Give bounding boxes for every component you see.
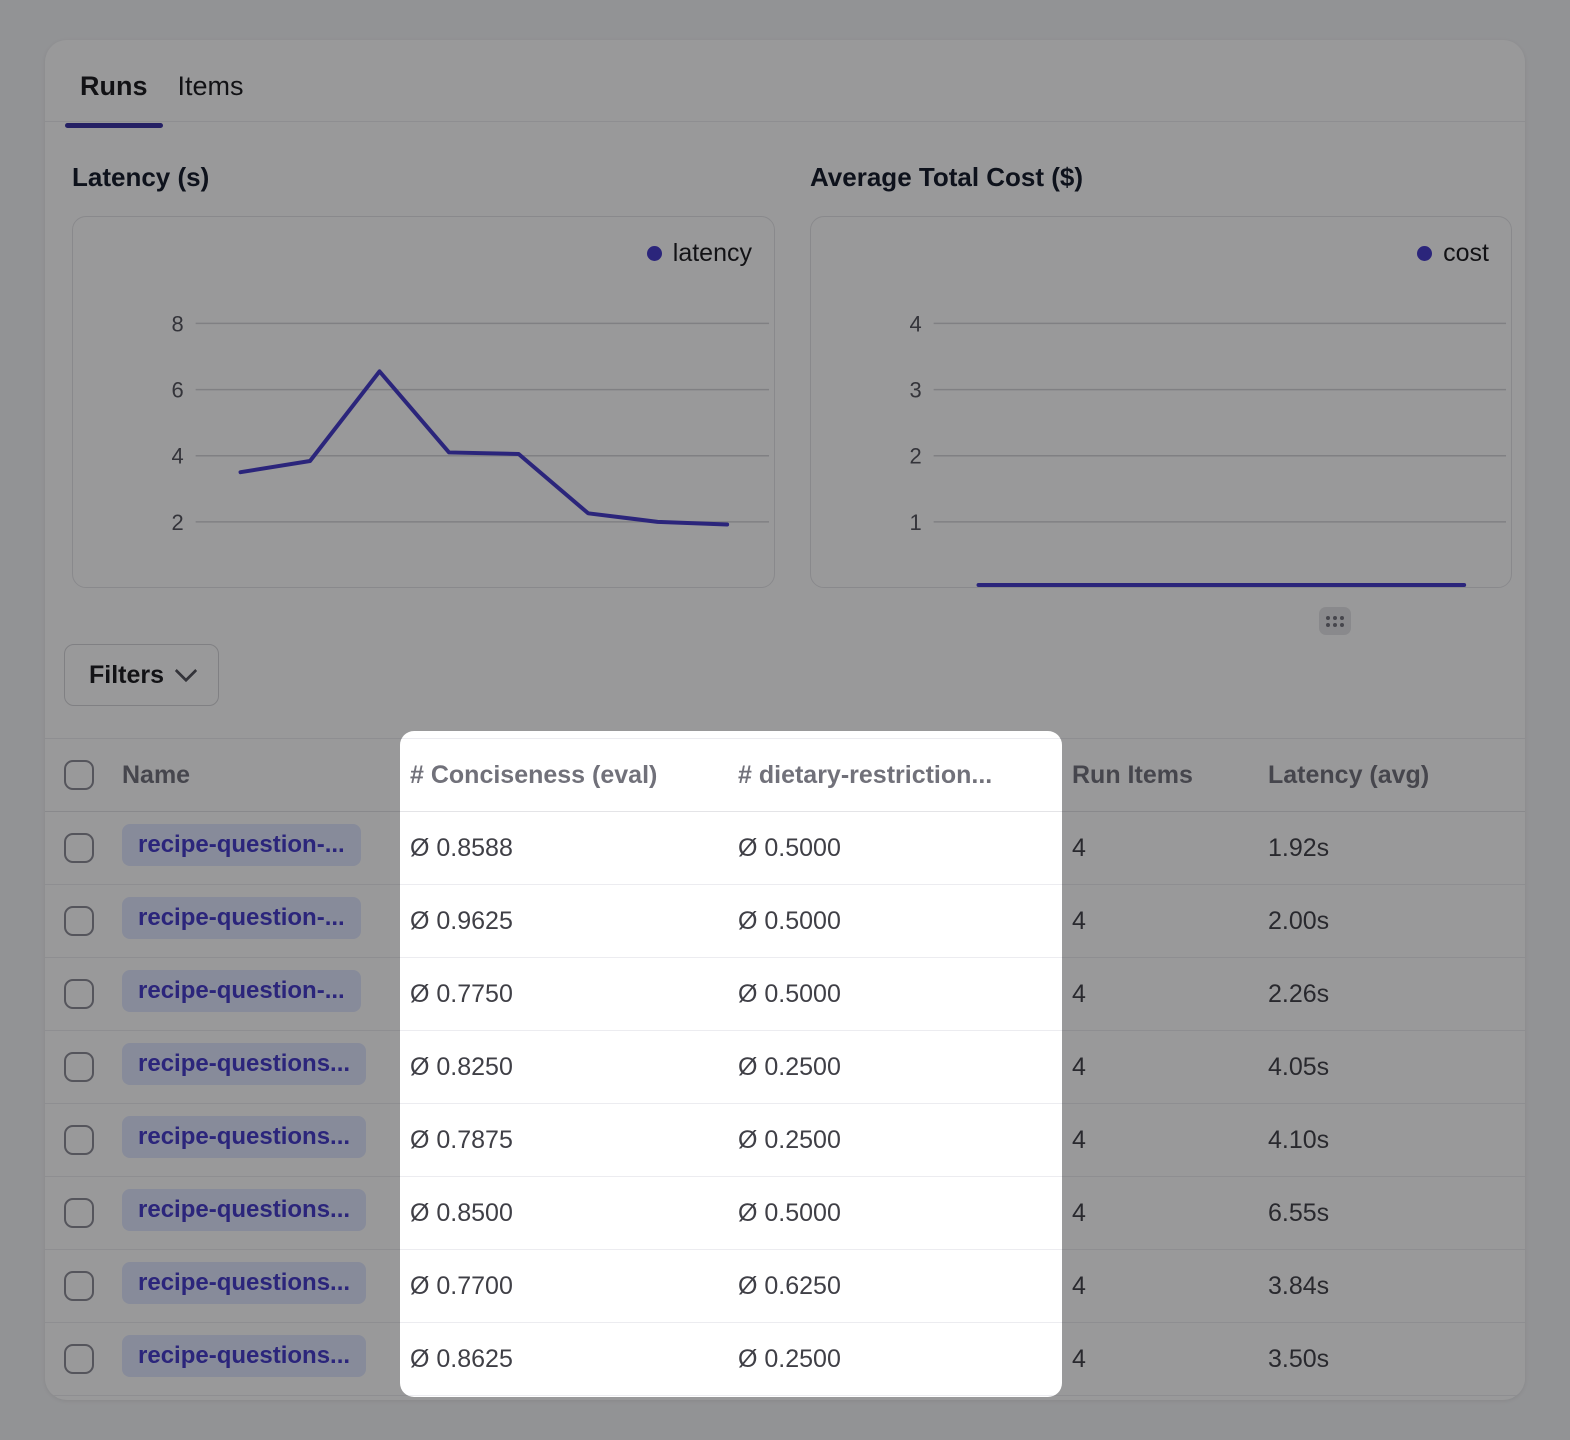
latency-value: 1.92s	[1268, 834, 1525, 863]
table-row: recipe-question-... Ø 0.7750 Ø 0.5000 4 …	[45, 958, 1525, 1031]
conciseness-value: Ø 0.8625	[410, 1345, 738, 1374]
table-row: recipe-questions... Ø 0.7875 Ø 0.2500 4 …	[45, 1104, 1525, 1177]
latency-value: 4.10s	[1268, 1126, 1525, 1155]
tab-runs[interactable]: Runs	[65, 40, 163, 127]
cost-chart-block: Average Total Cost ($) 1 2 3 4 cost	[810, 162, 1512, 588]
svg-text:2: 2	[171, 510, 183, 535]
latency-value: 4.05s	[1268, 1053, 1525, 1082]
runs-table: Name # Conciseness (eval) # dietary-rest…	[45, 738, 1525, 1396]
cost-legend-dot-icon	[1417, 246, 1432, 261]
dietary-value: Ø 0.2500	[738, 1126, 1072, 1155]
latency-value: 6.55s	[1268, 1199, 1525, 1228]
latency-chart-block: Latency (s) 2 4 6 8 latency	[72, 162, 775, 588]
conciseness-value: Ø 0.7875	[410, 1126, 738, 1155]
svg-text:4: 4	[909, 311, 921, 336]
conciseness-value: Ø 0.8588	[410, 834, 738, 863]
dietary-value: Ø 0.5000	[738, 1199, 1072, 1228]
latency-chart-canvas: 2 4 6 8	[73, 217, 774, 587]
dietary-value: Ø 0.5000	[738, 834, 1072, 863]
screen: Runs Items Latency (s) 2 4 6 8 latency Aver…	[0, 0, 1570, 1440]
svg-text:8: 8	[171, 311, 183, 336]
table-row: recipe-questions... Ø 0.7700 Ø 0.6250 4 …	[45, 1250, 1525, 1323]
svg-text:6: 6	[171, 378, 183, 403]
latency-value: 2.00s	[1268, 907, 1525, 936]
dietary-value: Ø 0.6250	[738, 1272, 1072, 1301]
row-checkbox[interactable]	[64, 1344, 94, 1374]
latency-legend: latency	[647, 239, 752, 268]
svg-text:3: 3	[909, 378, 921, 403]
tab-items[interactable]: Items	[163, 40, 259, 127]
row-checkbox[interactable]	[64, 906, 94, 936]
tabbar: Runs Items	[45, 40, 1525, 122]
column-header-run-items[interactable]: Run Items	[1072, 761, 1268, 790]
latency-chart-title: Latency (s)	[72, 162, 775, 192]
run-name-badge[interactable]: recipe-questions...	[122, 1262, 366, 1304]
run-items-value: 4	[1072, 834, 1268, 863]
table-row: recipe-question-... Ø 0.8588 Ø 0.5000 4 …	[45, 812, 1525, 885]
conciseness-value: Ø 0.9625	[410, 907, 738, 936]
latency-chart: 2 4 6 8 latency	[72, 216, 775, 588]
run-name-badge[interactable]: recipe-questions...	[122, 1335, 366, 1377]
table-row: recipe-questions... Ø 0.8250 Ø 0.2500 4 …	[45, 1031, 1525, 1104]
run-items-value: 4	[1072, 1199, 1268, 1228]
filters-button[interactable]: Filters	[64, 644, 219, 706]
latency-legend-dot-icon	[647, 246, 662, 261]
row-checkbox[interactable]	[64, 1125, 94, 1155]
table-row: recipe-questions... Ø 0.8625 Ø 0.2500 4 …	[45, 1323, 1525, 1396]
table-row: recipe-questions... Ø 0.8500 Ø 0.5000 4 …	[45, 1177, 1525, 1250]
cost-legend: cost	[1417, 239, 1489, 268]
table-row: recipe-question-... Ø 0.9625 Ø 0.5000 4 …	[45, 885, 1525, 958]
cost-chart-title: Average Total Cost ($)	[810, 162, 1512, 192]
svg-text:1: 1	[909, 510, 921, 535]
conciseness-value: Ø 0.7700	[410, 1272, 738, 1301]
run-name-badge[interactable]: recipe-questions...	[122, 1043, 366, 1085]
run-items-value: 4	[1072, 1345, 1268, 1374]
filters-button-label: Filters	[89, 661, 164, 690]
dietary-value: Ø 0.5000	[738, 980, 1072, 1009]
run-name-badge[interactable]: recipe-questions...	[122, 1189, 366, 1231]
select-all-checkbox[interactable]	[64, 760, 94, 790]
svg-text:4: 4	[171, 444, 183, 469]
latency-value: 3.50s	[1268, 1345, 1525, 1374]
column-header-conciseness[interactable]: # Conciseness (eval)	[410, 761, 738, 790]
run-name-badge[interactable]: recipe-question-...	[122, 970, 361, 1012]
row-checkbox[interactable]	[64, 1198, 94, 1228]
chevron-down-icon	[175, 660, 198, 683]
tab-runs-label: Runs	[80, 71, 148, 102]
runs-panel: Runs Items Latency (s) 2 4 6 8 latency Aver…	[45, 40, 1525, 1400]
column-header-latency[interactable]: Latency (avg)	[1268, 761, 1525, 790]
tab-items-label: Items	[178, 71, 244, 102]
row-checkbox[interactable]	[64, 979, 94, 1009]
run-items-value: 4	[1072, 1272, 1268, 1301]
conciseness-value: Ø 0.8250	[410, 1053, 738, 1082]
latency-legend-label: latency	[673, 239, 752, 268]
run-items-value: 4	[1072, 907, 1268, 936]
dietary-value: Ø 0.2500	[738, 1345, 1072, 1374]
column-header-name[interactable]: Name	[122, 761, 410, 790]
table-header: Name # Conciseness (eval) # dietary-rest…	[45, 738, 1525, 812]
resize-handle-icon[interactable]	[1319, 607, 1351, 635]
cost-chart: 1 2 3 4 cost	[810, 216, 1512, 588]
run-items-value: 4	[1072, 980, 1268, 1009]
cost-chart-canvas: 1 2 3 4	[811, 217, 1511, 587]
latency-value: 3.84s	[1268, 1272, 1525, 1301]
cost-legend-label: cost	[1443, 239, 1489, 268]
run-name-badge[interactable]: recipe-questions...	[122, 1116, 366, 1158]
run-name-badge[interactable]: recipe-question-...	[122, 897, 361, 939]
svg-text:2: 2	[909, 444, 921, 469]
conciseness-value: Ø 0.8500	[410, 1199, 738, 1228]
dietary-value: Ø 0.2500	[738, 1053, 1072, 1082]
row-checkbox[interactable]	[64, 833, 94, 863]
latency-value: 2.26s	[1268, 980, 1525, 1009]
run-items-value: 4	[1072, 1053, 1268, 1082]
row-checkbox[interactable]	[64, 1271, 94, 1301]
row-checkbox[interactable]	[64, 1052, 94, 1082]
column-header-dietary[interactable]: # dietary-restriction...	[738, 761, 1072, 790]
dietary-value: Ø 0.5000	[738, 907, 1072, 936]
run-items-value: 4	[1072, 1126, 1268, 1155]
run-name-badge[interactable]: recipe-question-...	[122, 824, 361, 866]
table-body: recipe-question-... Ø 0.8588 Ø 0.5000 4 …	[45, 812, 1525, 1396]
conciseness-value: Ø 0.7750	[410, 980, 738, 1009]
